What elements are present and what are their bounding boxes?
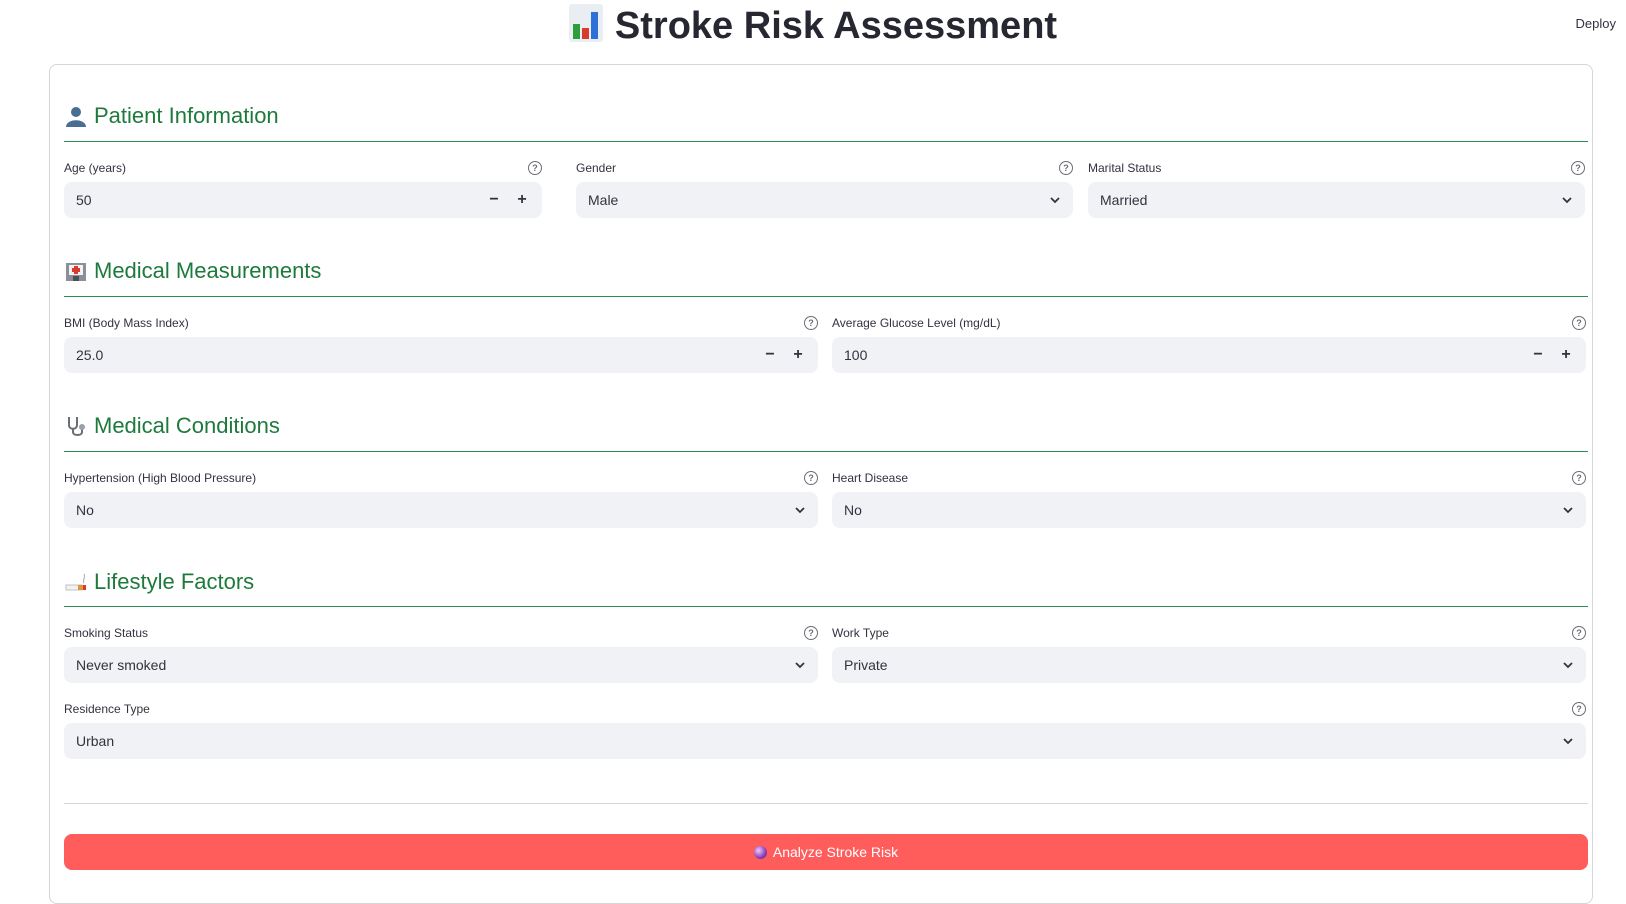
chevron-down-icon[interactable] — [1049, 194, 1061, 206]
chevron-down-icon[interactable] — [1562, 735, 1574, 747]
header-bar: Stroke Risk Assessment Deploy — [0, 0, 1626, 56]
heart-disease-label: Heart Disease — [832, 471, 909, 485]
hospital-icon — [64, 259, 88, 283]
help-icon[interactable]: ? — [1572, 471, 1586, 485]
cigarette-icon — [64, 570, 88, 594]
form-divider — [64, 803, 1588, 804]
chevron-down-icon[interactable] — [1561, 194, 1573, 206]
help-icon[interactable]: ? — [1572, 316, 1586, 330]
marital-status-field: Marital Status ? Married — [1088, 160, 1585, 218]
hypertension-label: Hypertension (High Blood Pressure) — [64, 471, 257, 485]
help-icon[interactable]: ? — [804, 316, 818, 330]
help-icon[interactable]: ? — [804, 471, 818, 485]
crystal-ball-icon — [753, 845, 767, 859]
hypertension-value: No — [76, 502, 94, 518]
smoking-status-value: Never smoked — [76, 657, 167, 673]
marital-status-value: Married — [1100, 192, 1148, 208]
help-icon[interactable]: ? — [1572, 702, 1586, 716]
glucose-stepper: − + — [1524, 341, 1580, 369]
section-title-medical-measurements: Medical Measurements — [64, 253, 321, 289]
heart-disease-value: No — [844, 502, 862, 518]
chevron-down-icon[interactable] — [794, 659, 806, 671]
chevron-down-icon[interactable] — [1562, 659, 1574, 671]
stethoscope-icon — [64, 414, 88, 438]
glucose-number-input[interactable]: 100 − + — [832, 337, 1586, 373]
analyze-button-label: Analyze Stroke Risk — [772, 844, 899, 860]
glucose-value[interactable]: 100 — [844, 337, 867, 373]
decrement-button[interactable]: − — [1524, 341, 1552, 369]
smoking-status-label: Smoking Status — [64, 626, 149, 640]
hypertension-select[interactable]: No — [64, 492, 818, 528]
help-icon[interactable]: ? — [1571, 161, 1585, 175]
section-title-patient-information: Patient Information — [64, 98, 279, 134]
gender-value: Male — [588, 192, 619, 208]
bmi-stepper: − + — [756, 341, 812, 369]
section-divider — [64, 141, 1588, 142]
heart-disease-field: Heart Disease ? No — [832, 470, 1586, 528]
smoking-status-field: Smoking Status ? Never smoked — [64, 625, 818, 683]
age-field: Age (years) ? 50 − + — [64, 160, 542, 218]
age-value[interactable]: 50 — [76, 182, 92, 218]
help-icon[interactable]: ? — [1059, 161, 1073, 175]
increment-button[interactable]: + — [1552, 341, 1580, 369]
increment-button[interactable]: + — [784, 341, 812, 369]
work-type-field: Work Type ? Private — [832, 625, 1586, 683]
marital-status-label: Marital Status — [1088, 161, 1162, 175]
section-title-text: Lifestyle Factors — [94, 569, 255, 594]
hypertension-field: Hypertension (High Blood Pressure) ? No — [64, 470, 818, 528]
gender-label: Gender — [576, 161, 617, 175]
section-divider — [64, 451, 1588, 452]
page-title-row: Stroke Risk Assessment — [0, 2, 1626, 54]
deploy-button[interactable]: Deploy — [1576, 16, 1616, 31]
bmi-number-input[interactable]: 25.0 − + — [64, 337, 818, 373]
age-number-input[interactable]: 50 − + — [64, 182, 542, 218]
work-type-label: Work Type — [832, 626, 889, 640]
analyze-stroke-risk-button[interactable]: Analyze Stroke Risk — [64, 834, 1588, 870]
section-title-text: Medical Measurements — [94, 258, 322, 283]
age-label: Age (years) — [64, 161, 127, 175]
decrement-button[interactable]: − — [480, 186, 508, 214]
section-divider — [64, 606, 1588, 607]
section-title-lifestyle-factors: Lifestyle Factors — [64, 564, 254, 600]
bmi-field: BMI (Body Mass Index) ? 25.0 − + — [64, 315, 818, 373]
heart-disease-select[interactable]: No — [832, 492, 1586, 528]
work-type-select[interactable]: Private — [832, 647, 1586, 683]
bmi-value[interactable]: 25.0 — [76, 337, 103, 373]
increment-button[interactable]: + — [508, 186, 536, 214]
work-type-value: Private — [844, 657, 888, 673]
residence-type-label: Residence Type — [64, 702, 150, 716]
help-icon[interactable]: ? — [1572, 626, 1586, 640]
age-stepper: − + — [480, 186, 536, 214]
glucose-field: Average Glucose Level (mg/dL) ? 100 − + — [832, 315, 1586, 373]
gender-select[interactable]: Male — [576, 182, 1073, 218]
section-divider — [64, 296, 1588, 297]
gender-field: Gender ? Male — [576, 160, 1073, 218]
marital-status-select[interactable]: Married — [1088, 182, 1585, 218]
section-title-medical-conditions: Medical Conditions — [64, 408, 280, 444]
bmi-label: BMI (Body Mass Index) — [64, 316, 189, 330]
help-icon[interactable]: ? — [528, 161, 542, 175]
decrement-button[interactable]: − — [756, 341, 784, 369]
bar-chart-icon — [568, 4, 603, 54]
glucose-label: Average Glucose Level (mg/dL) — [832, 316, 1001, 330]
residence-type-select[interactable]: Urban — [64, 723, 1586, 759]
smoking-status-select[interactable]: Never smoked — [64, 647, 818, 683]
chevron-down-icon[interactable] — [794, 504, 806, 516]
person-icon — [64, 104, 88, 128]
residence-type-field: Residence Type ? Urban — [64, 701, 1586, 759]
help-icon[interactable]: ? — [804, 626, 818, 640]
chevron-down-icon[interactable] — [1562, 504, 1574, 516]
page-title: Stroke Risk Assessment — [614, 5, 1058, 47]
residence-type-value: Urban — [76, 733, 115, 749]
section-title-text: Patient Information — [94, 103, 279, 128]
section-title-text: Medical Conditions — [94, 413, 280, 438]
